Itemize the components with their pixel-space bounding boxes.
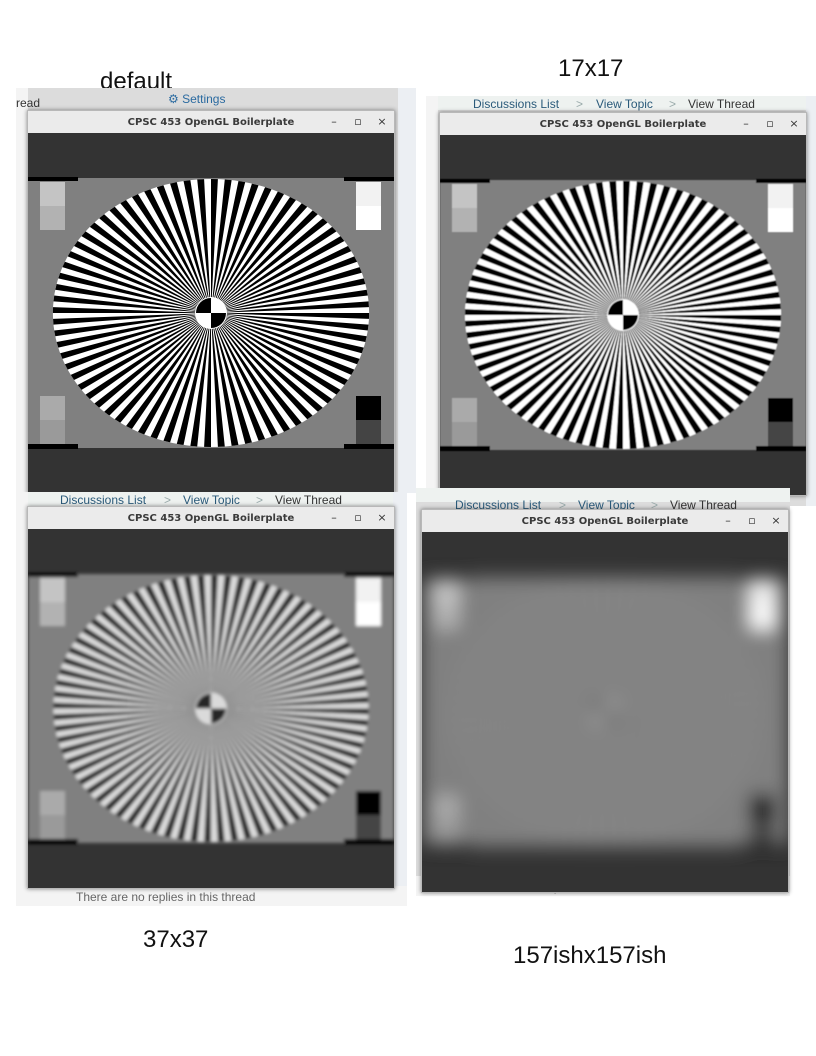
breadcrumb-separator: >	[576, 97, 584, 111]
background-breadcrumb: Discussions List > View Topic > View Thr…	[416, 488, 790, 512]
window-titlebar[interactable]: CPSC 453 OpenGL Boilerplate – ▫ ×	[440, 113, 806, 135]
minimize-button[interactable]: –	[326, 114, 342, 130]
caption-37x37: 37x37	[143, 926, 209, 953]
gl-viewport	[28, 529, 394, 888]
background-toolbar	[806, 96, 816, 506]
maximize-button[interactable]: ▫	[762, 116, 778, 132]
minimize-button[interactable]: –	[720, 513, 736, 529]
window-title: CPSC 453 OpenGL Boilerplate	[539, 118, 707, 130]
opengl-window-37x37: CPSC 453 OpenGL Boilerplate – ▫ ×	[27, 506, 395, 889]
blur-washout-overlay	[446, 578, 764, 846]
siemens-star-target	[422, 576, 788, 848]
window-title: CPSC 453 OpenGL Boilerplate	[127, 116, 295, 128]
background-page-fragment	[426, 96, 438, 506]
gear-icon: ⚙	[168, 92, 179, 106]
test-image-content	[440, 179, 806, 451]
settings-link[interactable]: ⚙ Settings	[168, 92, 225, 106]
test-image-content	[422, 576, 788, 848]
breadcrumb-view-topic[interactable]: View Topic	[596, 97, 653, 111]
close-button[interactable]: ×	[768, 513, 784, 529]
test-image-content	[28, 573, 394, 844]
opengl-window-157: CPSC 453 OpenGL Boilerplate – ▫ ×	[421, 509, 789, 893]
maximize-button[interactable]: ▫	[350, 114, 366, 130]
background-ruler	[398, 88, 416, 493]
siemens-star-target	[440, 179, 806, 451]
breadcrumb-separator: >	[256, 493, 264, 507]
window-titlebar[interactable]: CPSC 453 OpenGL Boilerplate – ▫ ×	[28, 111, 394, 133]
background-footer: There are no replies in this thread	[16, 886, 407, 906]
close-button[interactable]: ×	[786, 116, 802, 132]
breadcrumb-view-thread: View Thread	[275, 493, 342, 507]
breadcrumb-view-topic[interactable]: View Topic	[183, 493, 240, 507]
background-read-text: read	[16, 96, 41, 110]
settings-label: Settings	[182, 92, 226, 106]
maximize-button[interactable]: ▫	[744, 513, 760, 529]
breadcrumb-discussions-list[interactable]: Discussions List	[473, 97, 559, 111]
window-title: CPSC 453 OpenGL Boilerplate	[127, 512, 295, 524]
window-title: CPSC 453 OpenGL Boilerplate	[521, 515, 689, 527]
opengl-window-17x17: CPSC 453 OpenGL Boilerplate – ▫ ×	[439, 112, 807, 496]
minimize-button[interactable]: –	[326, 510, 342, 526]
opengl-window-default: CPSC 453 OpenGL Boilerplate – ▫ ×	[27, 110, 395, 494]
maximize-button[interactable]: ▫	[350, 510, 366, 526]
no-replies-text: There are no replies in this thread	[76, 890, 256, 904]
breadcrumb-discussions-list[interactable]: Discussions List	[60, 493, 146, 507]
background-breadcrumb: Discussions List > View Topic > View Thr…	[16, 492, 407, 507]
blur-washout-overlay	[53, 575, 369, 842]
breadcrumb-view-thread: View Thread	[688, 97, 755, 111]
close-button[interactable]: ×	[374, 114, 390, 130]
siemens-star-target	[28, 177, 394, 449]
breadcrumb-separator: >	[669, 97, 677, 111]
caption-17x17: 17x17	[558, 55, 624, 82]
gl-viewport	[422, 532, 788, 892]
window-titlebar[interactable]: CPSC 453 OpenGL Boilerplate – ▫ ×	[422, 510, 788, 532]
minimize-button[interactable]: –	[738, 116, 754, 132]
test-image-content	[28, 177, 394, 449]
window-titlebar[interactable]: CPSC 453 OpenGL Boilerplate – ▫ ×	[28, 507, 394, 529]
close-button[interactable]: ×	[374, 510, 390, 526]
caption-157x157: 157ishx157ish	[513, 942, 667, 969]
gl-viewport	[440, 135, 806, 495]
siemens-star-target	[28, 573, 394, 844]
background-toolbar	[393, 492, 407, 906]
background-breadcrumb: Discussions List > View Topic > View Thr…	[426, 96, 816, 111]
gl-viewport	[28, 133, 394, 493]
breadcrumb-separator: >	[164, 493, 172, 507]
